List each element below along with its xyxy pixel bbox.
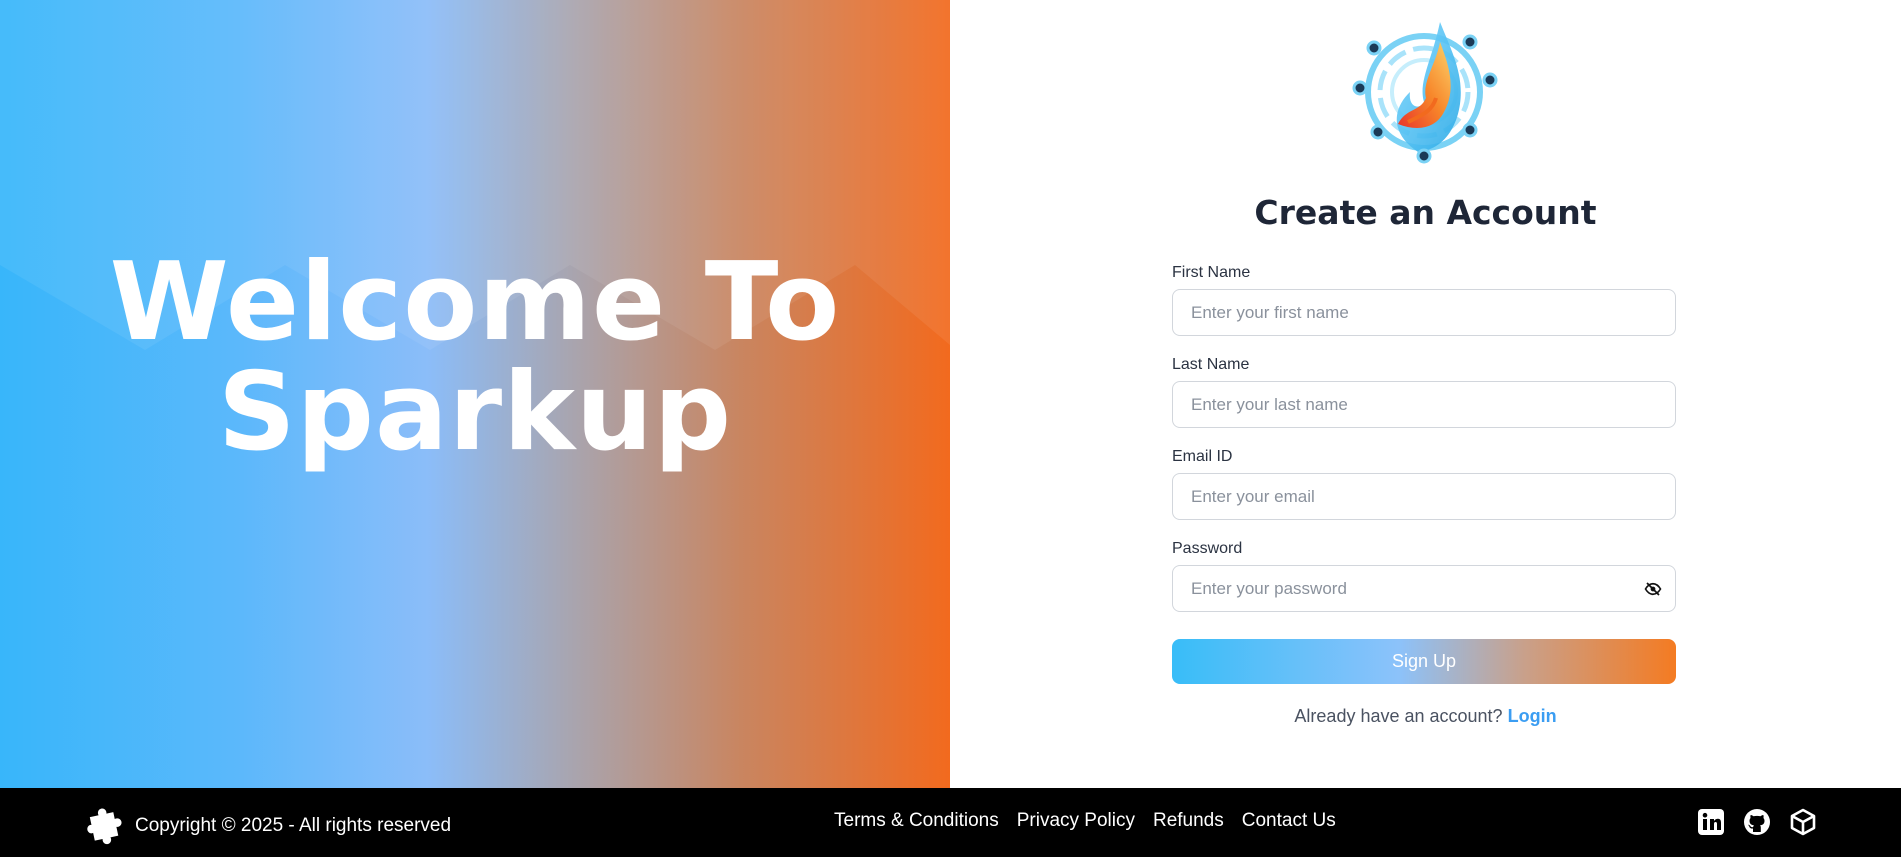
copyright-text: Copyright © 2025 - All rights reserved — [135, 815, 452, 836]
cube-icon[interactable] — [1789, 808, 1817, 836]
footer-link-privacy[interactable]: Privacy Policy — [1017, 810, 1135, 832]
github-icon[interactable] — [1743, 808, 1771, 836]
hero-title-line2: Sparkup — [217, 350, 733, 475]
footer-brand: Copyright © 2025 - All rights reserved — [86, 806, 451, 846]
hero-title-line1: Welcome To — [109, 240, 841, 365]
first-name-input[interactable] — [1172, 289, 1676, 336]
login-prompt: Already have an account? Login — [950, 706, 1901, 727]
password-label: Password — [1172, 540, 1243, 557]
last-name-label: Last Name — [1172, 356, 1250, 373]
footer-link-terms[interactable]: Terms & Conditions — [834, 810, 999, 832]
social-icons — [1697, 808, 1817, 836]
footer-link-refunds[interactable]: Refunds — [1153, 810, 1224, 832]
hero-title: Welcome To Sparkup — [0, 248, 950, 468]
first-name-label: First Name — [1172, 264, 1251, 281]
first-name-group: First Name — [1172, 264, 1676, 336]
sign-up-button[interactable]: Sign Up — [1172, 639, 1676, 684]
last-name-input[interactable] — [1172, 381, 1676, 428]
footer-link-contact[interactable]: Contact Us — [1242, 810, 1336, 832]
email-label: Email ID — [1172, 448, 1233, 465]
puzzle-icon — [87, 808, 122, 845]
last-name-group: Last Name — [1172, 356, 1676, 428]
password-group: Password — [1172, 540, 1676, 612]
email-input[interactable] — [1172, 473, 1676, 520]
sparkup-logo — [1352, 22, 1498, 164]
footer: Copyright © 2025 - All rights reserved T… — [0, 788, 1901, 857]
login-prompt-text: Already have an account? — [1294, 706, 1503, 726]
footer-links: Terms & Conditions Privacy Policy Refund… — [834, 810, 1336, 832]
linkedin-icon[interactable] — [1697, 808, 1725, 836]
email-group: Email ID — [1172, 448, 1676, 520]
hero-panel: Welcome To Sparkup — [0, 0, 950, 788]
form-title: Create an Account — [1254, 193, 1597, 232]
eye-off-icon[interactable] — [1644, 580, 1662, 598]
password-input[interactable] — [1172, 565, 1676, 612]
signup-panel: Create an Account First Name Last Name E… — [950, 0, 1901, 788]
login-link[interactable]: Login — [1508, 706, 1557, 726]
